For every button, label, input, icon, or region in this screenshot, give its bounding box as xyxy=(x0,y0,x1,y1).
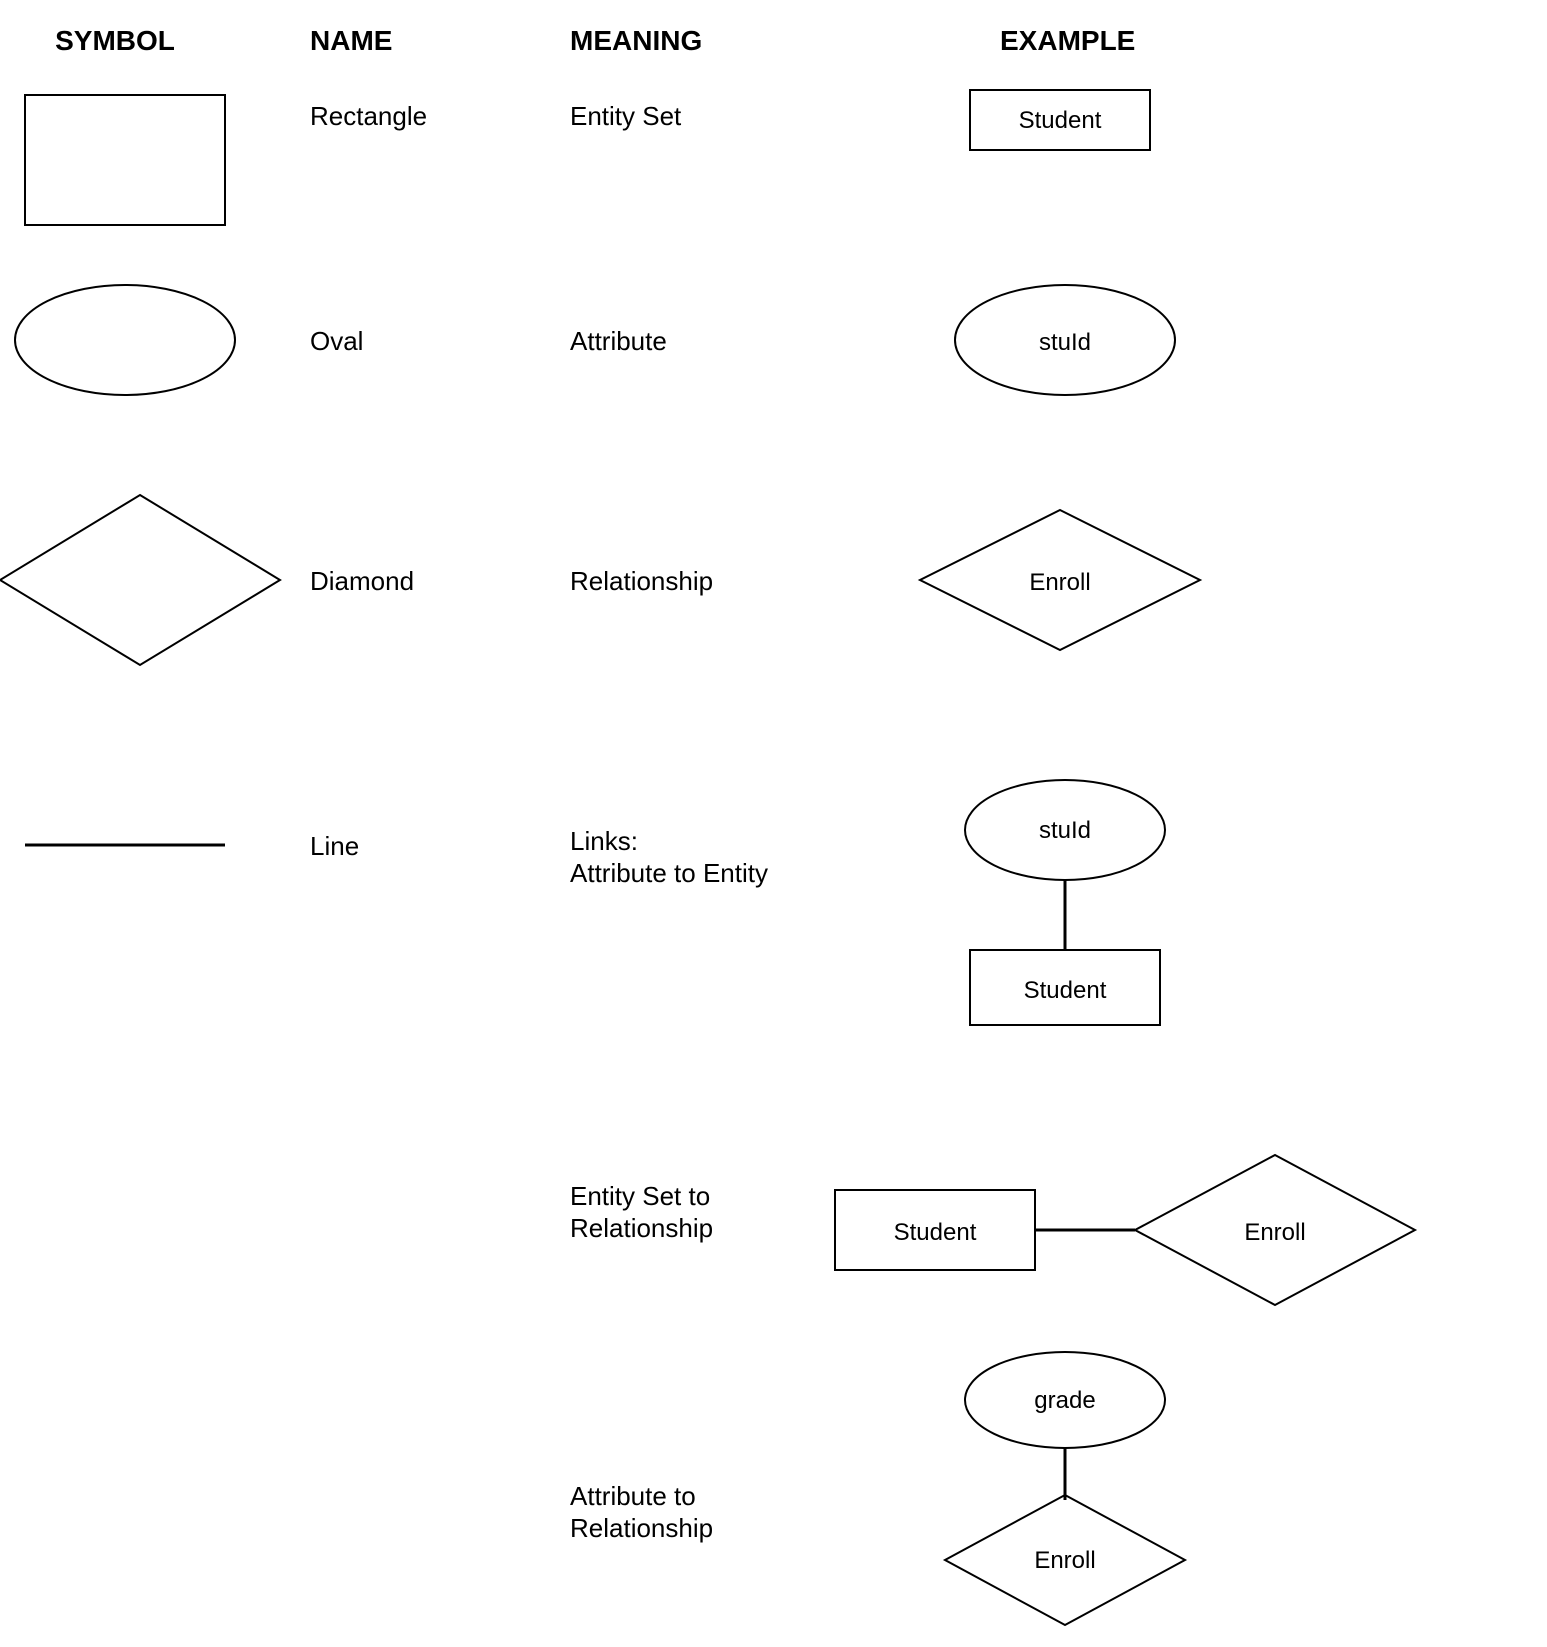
symbol-oval xyxy=(15,285,235,395)
header-name: NAME xyxy=(310,25,392,56)
row5-example-right: Enroll xyxy=(1244,1219,1305,1246)
row3-meaning: Relationship xyxy=(570,566,713,596)
row4-meaning-line1: Links: xyxy=(570,826,638,856)
row3-example: Enroll xyxy=(920,510,1200,650)
row2-name: Oval xyxy=(310,326,363,356)
er-symbol-diagram: SYMBOL NAME MEANING EXAMPLE Rectangle En… xyxy=(0,0,1547,1647)
row6-example-top: grade xyxy=(1034,1387,1095,1414)
symbol-diamond xyxy=(0,495,280,665)
row2-meaning: Attribute xyxy=(570,326,667,356)
row2-example: stuId xyxy=(955,285,1175,395)
row2-example-label: stuId xyxy=(1039,329,1091,356)
row5-example: Student Enroll xyxy=(835,1155,1415,1305)
row6-example: grade Enroll xyxy=(945,1352,1185,1625)
header-example: EXAMPLE xyxy=(1000,25,1135,56)
row3-example-label: Enroll xyxy=(1029,569,1090,596)
row4-name: Line xyxy=(310,831,359,861)
header-meaning: MEANING xyxy=(570,25,702,56)
row4-example: stuId Student xyxy=(965,780,1165,1025)
row1-example-label: Student xyxy=(1019,107,1102,134)
row5-meaning-line1: Entity Set to xyxy=(570,1181,710,1211)
header-symbol: SYMBOL xyxy=(55,25,175,56)
symbol-rectangle xyxy=(25,95,225,225)
row1-example: Student xyxy=(970,90,1150,150)
row3-name: Diamond xyxy=(310,566,414,596)
row6-meaning-line2: Relationship xyxy=(570,1513,713,1543)
row4-meaning-line2: Attribute to Entity xyxy=(570,858,768,888)
row1-meaning: Entity Set xyxy=(570,101,682,131)
row5-meaning-line2: Relationship xyxy=(570,1213,713,1243)
row5-example-left: Student xyxy=(894,1219,977,1246)
row4-example-top: stuId xyxy=(1039,817,1091,844)
row1-name: Rectangle xyxy=(310,101,427,131)
row4-example-bottom: Student xyxy=(1024,977,1107,1004)
row6-meaning-line1: Attribute to xyxy=(570,1481,696,1511)
row6-example-bottom: Enroll xyxy=(1034,1547,1095,1574)
